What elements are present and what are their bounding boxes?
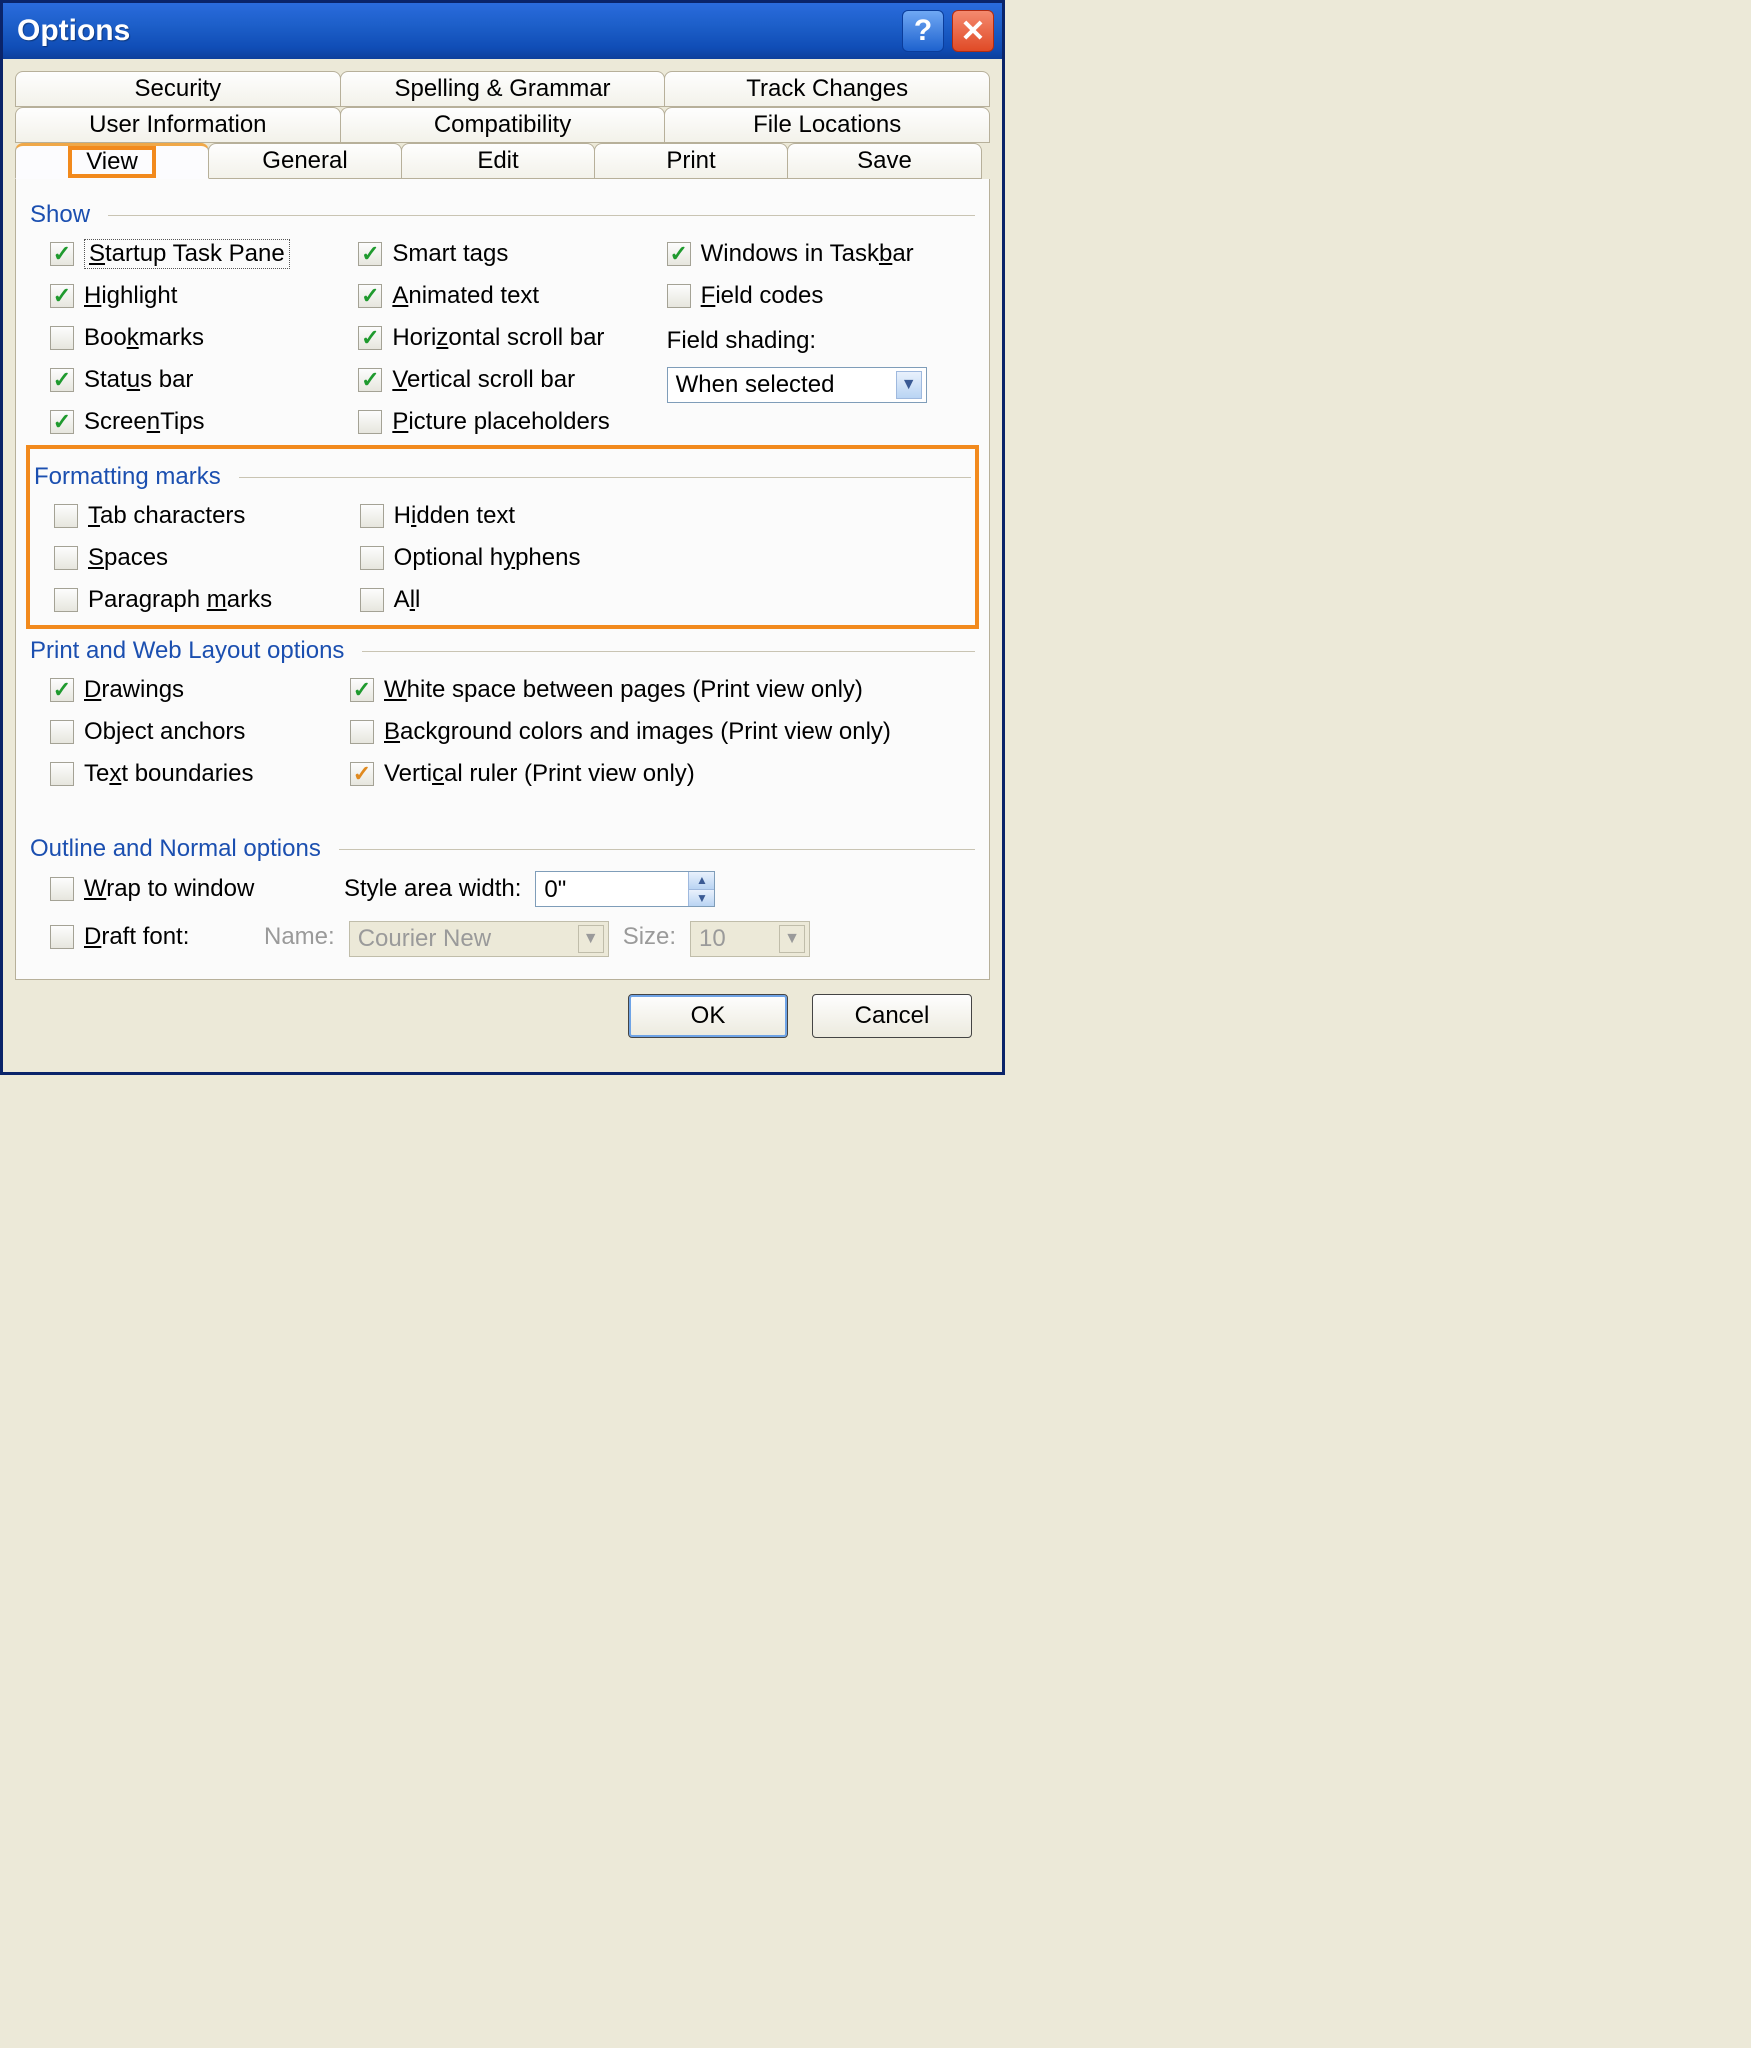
dialog-footer: OK Cancel xyxy=(15,980,990,1060)
tab-general[interactable]: General xyxy=(208,143,402,179)
field-shading-label: Field shading: xyxy=(667,327,975,355)
cancel-button[interactable]: Cancel xyxy=(812,994,972,1038)
show-col3: Windows in Taskbar Field codes Field sha… xyxy=(667,237,975,439)
show-col1: Startup Task Pane Highlight Bookmarks St… xyxy=(50,237,358,439)
formatting-marks-highlight: Formatting marks Tab characters Spaces P… xyxy=(26,445,979,629)
draft-font-size-value: 10 xyxy=(699,925,726,953)
draft-size-label: Size: xyxy=(623,923,676,951)
chk-horizontal-scroll[interactable]: Horizontal scroll bar xyxy=(358,321,666,355)
chk-animated-text[interactable]: Animated text xyxy=(358,279,666,313)
chk-status-bar[interactable]: Status bar xyxy=(50,363,358,397)
chk-draft-font[interactable]: Draft font: xyxy=(50,920,250,954)
options-dialog: Options ? ✕ Security Spelling & Grammar … xyxy=(0,0,1005,1075)
field-shading-select[interactable]: When selected ▼ xyxy=(667,367,927,403)
formatting-col2: Hidden text Optional hyphens All xyxy=(360,499,666,617)
section-printweb-title: Print and Web Layout options xyxy=(30,637,975,665)
printweb-col1: Drawings Object anchors Text boundaries xyxy=(50,673,350,791)
chk-smart-tags[interactable]: Smart tags xyxy=(358,237,666,271)
chk-tab-characters[interactable]: Tab characters xyxy=(54,499,360,533)
section-outline-title: Outline and Normal options xyxy=(30,835,975,863)
tab-view[interactable]: View xyxy=(15,143,209,179)
tab-security[interactable]: Security xyxy=(15,71,341,107)
chk-hidden-text[interactable]: Hidden text xyxy=(360,499,666,533)
draft-name-label: Name: xyxy=(264,923,335,951)
printweb-col2: White space between pages (Print view on… xyxy=(350,673,975,791)
show-col2: Smart tags Animated text Horizontal scro… xyxy=(358,237,666,439)
chk-optional-hyphens[interactable]: Optional hyphens xyxy=(360,541,666,575)
chk-paragraph-marks[interactable]: Paragraph marks xyxy=(54,583,360,617)
window-title: Options xyxy=(17,14,130,48)
tab-file-locations[interactable]: File Locations xyxy=(664,107,990,143)
tab-panel: Show Startup Task Pane Highlight Bookmar… xyxy=(15,179,990,980)
close-button[interactable]: ✕ xyxy=(952,10,994,52)
field-shading-value: When selected xyxy=(676,371,835,399)
chk-startup-task-pane[interactable]: Startup Task Pane xyxy=(50,237,358,271)
chevron-down-icon: ▼ xyxy=(578,925,604,953)
help-button[interactable]: ? xyxy=(902,10,944,52)
chk-white-space-between-pages[interactable]: White space between pages (Print view on… xyxy=(350,673,975,707)
tab-edit[interactable]: Edit xyxy=(401,143,595,179)
draft-font-name-select: Courier New ▼ xyxy=(349,921,609,957)
section-formatting-title: Formatting marks xyxy=(34,463,971,491)
ok-button[interactable]: OK xyxy=(628,994,788,1038)
chk-object-anchors[interactable]: Object anchors xyxy=(50,715,350,749)
tab-user-information[interactable]: User Information xyxy=(15,107,341,143)
chk-vertical-scroll[interactable]: Vertical scroll bar xyxy=(358,363,666,397)
tab-compatibility[interactable]: Compatibility xyxy=(340,107,666,143)
spinner-up-icon[interactable]: ▲ xyxy=(688,872,714,889)
chk-bookmarks[interactable]: Bookmarks xyxy=(50,321,358,355)
tab-print[interactable]: Print xyxy=(594,143,788,179)
active-tab-highlight: View xyxy=(68,146,156,178)
tab-save[interactable]: Save xyxy=(787,143,982,179)
chk-background-colors[interactable]: Background colors and images (Print view… xyxy=(350,715,975,749)
chk-wrap-to-window[interactable]: Wrap to window xyxy=(50,872,330,906)
chk-field-codes[interactable]: Field codes xyxy=(667,279,975,313)
chk-drawings[interactable]: Drawings xyxy=(50,673,350,707)
chk-spaces[interactable]: Spaces xyxy=(54,541,360,575)
chk-highlight[interactable]: Highlight xyxy=(50,279,358,313)
draft-font-name-value: Courier New xyxy=(358,925,491,953)
chk-all[interactable]: All xyxy=(360,583,666,617)
spinner-down-icon[interactable]: ▼ xyxy=(688,889,714,907)
draft-font-size-select: 10 ▼ xyxy=(690,921,810,957)
chevron-down-icon: ▼ xyxy=(779,925,805,953)
style-area-width-label: Style area width: xyxy=(344,875,521,903)
tab-track-changes[interactable]: Track Changes xyxy=(664,71,990,107)
chevron-down-icon: ▼ xyxy=(896,371,922,399)
tab-spelling-grammar[interactable]: Spelling & Grammar xyxy=(340,71,666,107)
tab-container: Security Spelling & Grammar Track Change… xyxy=(15,71,990,179)
style-area-width-value: 0" xyxy=(536,872,688,906)
chk-text-boundaries[interactable]: Text boundaries xyxy=(50,757,350,791)
chk-vertical-ruler[interactable]: Vertical ruler (Print view only) xyxy=(350,757,975,791)
formatting-col1: Tab characters Spaces Paragraph marks xyxy=(54,499,360,617)
section-show-title: Show xyxy=(30,201,975,229)
chk-screentips[interactable]: ScreenTips xyxy=(50,405,358,439)
titlebar: Options ? ✕ xyxy=(3,3,1002,59)
style-area-width-spinner[interactable]: 0" ▲ ▼ xyxy=(535,871,715,907)
chk-picture-placeholders[interactable]: Picture placeholders xyxy=(358,405,666,439)
chk-windows-taskbar[interactable]: Windows in Taskbar xyxy=(667,237,975,271)
